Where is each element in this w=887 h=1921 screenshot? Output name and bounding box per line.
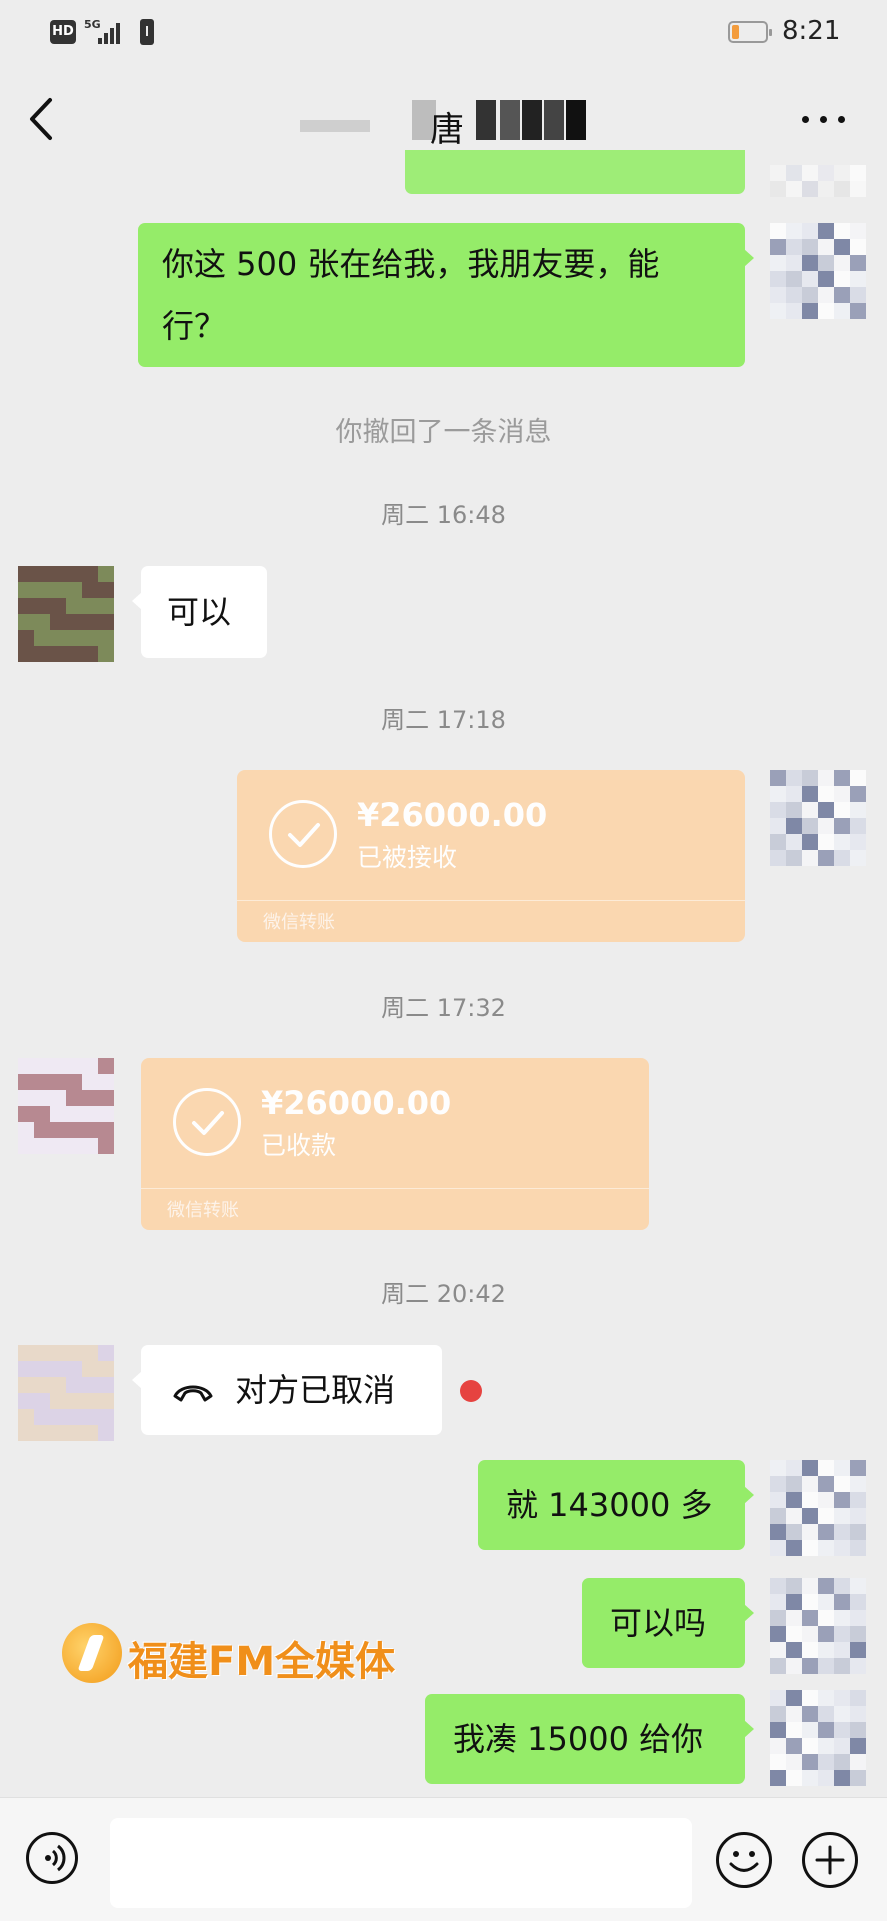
timestamp: 周二 20:42 bbox=[381, 1280, 506, 1308]
transfer-card-sent[interactable]: ¥26000.00 已被接收 微信转账 bbox=[237, 770, 745, 942]
transfer-footer: 微信转账 bbox=[167, 1200, 239, 1221]
blurred-name-part bbox=[300, 120, 370, 132]
timestamp: 周二 17:32 bbox=[381, 994, 506, 1022]
watermark-text: 福建FM全媒体 bbox=[128, 1639, 396, 1685]
voice-input-button[interactable] bbox=[26, 1832, 78, 1884]
radio-logo-icon bbox=[62, 1623, 122, 1683]
my-avatar[interactable] bbox=[770, 770, 866, 866]
message-text: 就 143000 多 bbox=[506, 1486, 713, 1524]
contact-avatar[interactable] bbox=[18, 1058, 114, 1154]
my-avatar[interactable] bbox=[770, 1690, 866, 1786]
timestamp: 周二 17:18 bbox=[381, 706, 506, 734]
call-status-text: 对方已取消 bbox=[235, 1371, 396, 1409]
message-text: 我凑 15000 给你 bbox=[453, 1720, 704, 1758]
timestamp: 周二 16:48 bbox=[381, 501, 506, 529]
emoji-button[interactable] bbox=[716, 1832, 772, 1888]
recall-notice: 你撤回了一条消息 bbox=[335, 417, 552, 448]
transfer-amount: ¥26000.00 bbox=[261, 1084, 452, 1122]
transfer-amount: ¥26000.00 bbox=[357, 796, 548, 834]
voice-call-bubble[interactable]: 对方已取消 bbox=[132, 1345, 442, 1435]
message-bubble-sent[interactable]: 你这 500 张在给我，我朋友要，能行？ bbox=[138, 223, 754, 367]
message-bubble-sent[interactable]: 就 143000 多 bbox=[478, 1460, 754, 1550]
transfer-divider bbox=[141, 1188, 649, 1189]
transfer-footer: 微信转账 bbox=[263, 912, 335, 933]
message-input[interactable] bbox=[110, 1818, 692, 1908]
blurred-name-part bbox=[500, 100, 520, 140]
blurred-name-part bbox=[476, 100, 496, 140]
battery-icon bbox=[728, 21, 772, 43]
plus-icon bbox=[815, 1845, 845, 1875]
my-avatar[interactable] bbox=[770, 1460, 866, 1556]
voice-icon bbox=[45, 1844, 66, 1872]
blurred-name-part bbox=[544, 100, 564, 140]
my-avatar-partial[interactable] bbox=[770, 165, 866, 197]
message-text: 可以 bbox=[167, 593, 232, 631]
more-functions-button[interactable] bbox=[802, 1832, 858, 1888]
chat-title-text: 唐 bbox=[430, 110, 464, 150]
message-bubble-sent[interactable]: 我凑 15000 给你 bbox=[425, 1694, 754, 1784]
my-avatar[interactable] bbox=[770, 223, 866, 319]
previous-message-bubble[interactable] bbox=[405, 150, 745, 194]
message-text: 你这 500 张在给我，我朋友要，能行？ bbox=[162, 245, 660, 345]
back-button[interactable] bbox=[22, 94, 62, 144]
transfer-status: 已被接收 bbox=[357, 843, 458, 872]
emoji-icon bbox=[729, 1851, 759, 1872]
phone-hangup-icon bbox=[173, 1385, 213, 1402]
check-circle-icon bbox=[173, 1088, 241, 1156]
message-bubble-sent[interactable]: 可以吗 bbox=[582, 1578, 754, 1668]
blurred-name-part bbox=[566, 100, 586, 140]
more-options-button[interactable] bbox=[800, 104, 850, 134]
check-circle-icon bbox=[269, 800, 337, 868]
my-avatar[interactable] bbox=[770, 1578, 866, 1674]
chevron-left-icon bbox=[30, 98, 52, 140]
blurred-name-part bbox=[522, 100, 542, 140]
contact-avatar[interactable] bbox=[18, 566, 114, 662]
unread-dot bbox=[460, 1380, 482, 1402]
sim-alert-icon bbox=[140, 19, 154, 45]
message-bubble-received[interactable]: 可以 bbox=[132, 566, 267, 658]
contact-avatar[interactable] bbox=[18, 1345, 114, 1441]
transfer-divider bbox=[237, 900, 745, 901]
status-time: 8:21 bbox=[782, 16, 841, 46]
hd-voice-icon: HD bbox=[50, 20, 76, 44]
signal-icon bbox=[98, 20, 126, 44]
message-text: 可以吗 bbox=[610, 1604, 707, 1642]
transfer-card-received[interactable]: ¥26000.00 已收款 微信转账 bbox=[141, 1058, 649, 1230]
transfer-status: 已收款 bbox=[261, 1131, 337, 1160]
